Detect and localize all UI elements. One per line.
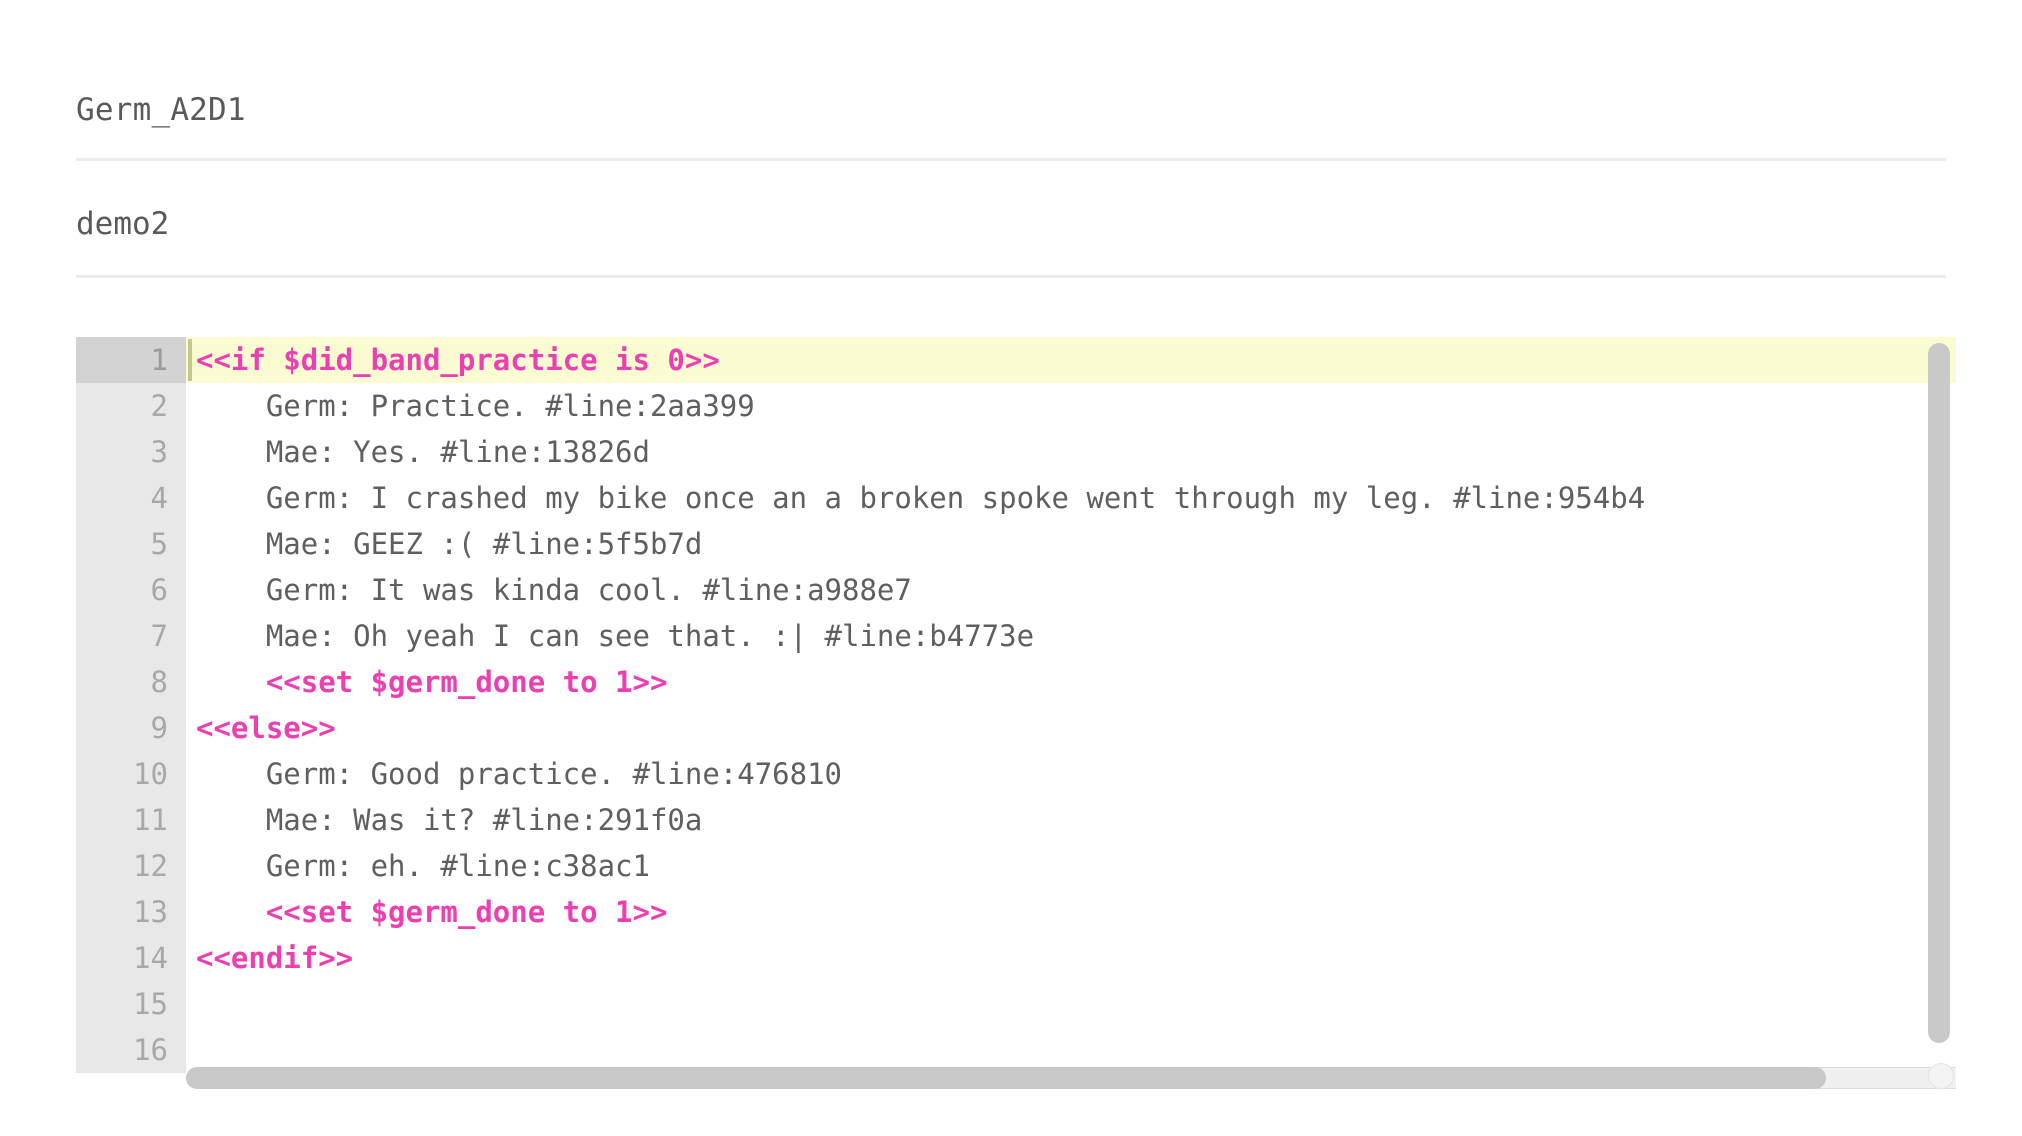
code-line-content[interactable]: Mae: GEEZ :( #line:5f5b7d: [186, 521, 1956, 567]
line-number: 8: [76, 659, 186, 705]
dialogue-token: Germ: It was kinda cool. #line:a988e7: [196, 573, 912, 607]
line-number: 7: [76, 613, 186, 659]
code-line[interactable]: 12 Germ: eh. #line:c38ac1: [76, 843, 1956, 889]
page-title: Germ_A2D1: [76, 92, 246, 128]
code-line[interactable]: 1 <<if $did_band_practice is 0>>: [76, 337, 1956, 383]
editor-page: Germ_A2D1 demo2 1 <<if $did_band_practice…: [0, 0, 2022, 1136]
line-number: 13: [76, 889, 186, 935]
code-line[interactable]: 13 <<set $germ_done to 1>>: [76, 889, 1956, 935]
code-line[interactable]: 8 <<set $germ_done to 1>>: [76, 659, 1956, 705]
line-number: 5: [76, 521, 186, 567]
tag-title: demo2: [76, 206, 170, 242]
macro-token: <<else>>: [196, 711, 336, 745]
line-number: 6: [76, 567, 186, 613]
code-line-content[interactable]: Mae: Yes. #line:13826d: [186, 429, 1956, 475]
text-cursor: [188, 339, 192, 381]
macro-token: <<if $did_band_practice is 0>>: [196, 343, 720, 377]
dialogue-token: Germ: Practice. #line:2aa399: [196, 389, 755, 423]
dialogue-token: Germ: eh. #line:c38ac1: [196, 849, 650, 883]
dialogue-token: Germ: I crashed my bike once an a broken…: [196, 481, 1646, 515]
code-line[interactable]: 3 Mae: Yes. #line:13826d: [76, 429, 1956, 475]
horizontal-scrollbar-thumb[interactable]: [186, 1067, 1826, 1089]
vertical-scrollbar-track[interactable]: [1928, 337, 1954, 1064]
dialogue-token: Mae: Was it? #line:291f0a: [196, 803, 703, 837]
code-line-content[interactable]: <<set $germ_done to 1>>: [186, 889, 1956, 935]
line-number: 1: [76, 337, 186, 383]
header-block: Germ_A2D1 demo2: [0, 0, 2022, 278]
code-line[interactable]: 10 Germ: Good practice. #line:476810: [76, 751, 1956, 797]
code-line-content[interactable]: Mae: Oh yeah I can see that. :| #line:b4…: [186, 613, 1956, 659]
code-line-content[interactable]: Mae: Was it? #line:291f0a: [186, 797, 1956, 843]
code-line[interactable]: 11 Mae: Was it? #line:291f0a: [76, 797, 1956, 843]
code-line-content[interactable]: Germ: Practice. #line:2aa399: [186, 383, 1956, 429]
code-line-content[interactable]: [186, 981, 1956, 1027]
line-number: 4: [76, 475, 186, 521]
code-line[interactable]: 7 Mae: Oh yeah I can see that. :| #line:…: [76, 613, 1956, 659]
code-line[interactable]: 5 Mae: GEEZ :( #line:5f5b7d: [76, 521, 1956, 567]
code-line-content[interactable]: Germ: Good practice. #line:476810: [186, 751, 1956, 797]
line-number: 9: [76, 705, 186, 751]
line-number: 15: [76, 981, 186, 1027]
macro-token: <<set $germ_done to 1>>: [196, 895, 668, 929]
code-line[interactable]: 2 Germ: Practice. #line:2aa399: [76, 383, 1956, 429]
code-line-content[interactable]: Germ: I crashed my bike once an a broken…: [186, 475, 1956, 521]
dialogue-token: Mae: Yes. #line:13826d: [196, 435, 650, 469]
line-number: 2: [76, 383, 186, 429]
code-line[interactable]: 15: [76, 981, 1956, 1027]
code-line[interactable]: 6 Germ: It was kinda cool. #line:a988e7: [76, 567, 1956, 613]
code-line[interactable]: 4 Germ: I crashed my bike once an a brok…: [76, 475, 1956, 521]
code-lines-container[interactable]: 1 <<if $did_band_practice is 0>> 2 Germ: P…: [76, 337, 1956, 1073]
line-number: 11: [76, 797, 186, 843]
line-number: 12: [76, 843, 186, 889]
tag-divider: [76, 275, 1946, 278]
macro-token: <<set $germ_done to 1>>: [196, 665, 668, 699]
line-number: 14: [76, 935, 186, 981]
scrollbar-corner: [1928, 1063, 1954, 1089]
code-editor-viewport[interactable]: 1 <<if $did_band_practice is 0>> 2 Germ: P…: [76, 337, 1956, 1092]
code-line-content[interactable]: <<endif>>: [186, 935, 1956, 981]
code-line-content[interactable]: <<else>>: [186, 705, 1956, 751]
code-line[interactable]: 14 <<endif>>: [76, 935, 1956, 981]
macro-token: <<endif>>: [196, 941, 354, 975]
code-editor[interactable]: 1 <<if $did_band_practice is 0>> 2 Germ: P…: [76, 337, 1956, 1092]
code-line-content[interactable]: <<set $germ_done to 1>>: [186, 659, 1956, 705]
line-number: 10: [76, 751, 186, 797]
line-number: 16: [76, 1027, 186, 1073]
code-line-content[interactable]: Germ: eh. #line:c38ac1: [186, 843, 1956, 889]
code-line-content[interactable]: Germ: It was kinda cool. #line:a988e7: [186, 567, 1956, 613]
line-number: 3: [76, 429, 186, 475]
dialogue-token: Mae: GEEZ :( #line:5f5b7d: [196, 527, 703, 561]
code-line-content[interactable]: <<if $did_band_practice is 0>>: [186, 337, 1956, 383]
dialogue-token: Germ: Good practice. #line:476810: [196, 757, 843, 791]
dialogue-token: Mae: Oh yeah I can see that. :| #line:b4…: [196, 619, 1035, 653]
vertical-scrollbar-thumb[interactable]: [1928, 343, 1950, 1043]
code-line[interactable]: 9 <<else>>: [76, 705, 1956, 751]
